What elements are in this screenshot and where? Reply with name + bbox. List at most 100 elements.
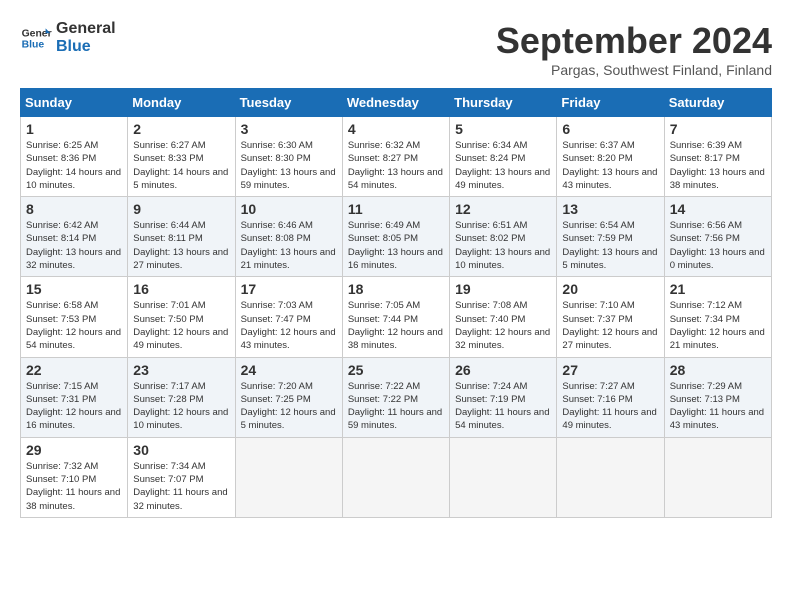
logo-icon: General Blue xyxy=(20,22,52,54)
calendar-week-row: 8 Sunrise: 6:42 AMSunset: 8:14 PMDaylight… xyxy=(21,197,772,277)
calendar-day-cell xyxy=(557,437,664,517)
day-number: 25 xyxy=(348,362,444,378)
month-title: September 2024 xyxy=(496,20,772,62)
calendar-day-cell: 18 Sunrise: 7:05 AMSunset: 7:44 PMDayligh… xyxy=(342,277,449,357)
logo: General Blue General Blue xyxy=(20,20,116,55)
calendar-day-cell: 3 Sunrise: 6:30 AMSunset: 8:30 PMDaylight… xyxy=(235,117,342,197)
weekday-header-monday: Monday xyxy=(128,89,235,117)
calendar-day-cell: 15 Sunrise: 6:58 AMSunset: 7:53 PMDayligh… xyxy=(21,277,128,357)
calendar: SundayMondayTuesdayWednesdayThursdayFrid… xyxy=(20,88,772,518)
day-info: Sunrise: 6:49 AMSunset: 8:05 PMDaylight:… xyxy=(348,219,444,272)
day-info: Sunrise: 6:42 AMSunset: 8:14 PMDaylight:… xyxy=(26,219,122,272)
calendar-week-row: 1 Sunrise: 6:25 AMSunset: 8:36 PMDaylight… xyxy=(21,117,772,197)
calendar-day-cell: 30Sunrise: 7:34 AMSunset: 7:07 PMDayligh… xyxy=(128,437,235,517)
day-info: Sunrise: 7:17 AMSunset: 7:28 PMDaylight:… xyxy=(133,380,229,433)
day-number: 23 xyxy=(133,362,229,378)
day-info: Sunrise: 6:30 AMSunset: 8:30 PMDaylight:… xyxy=(241,139,337,192)
day-info: Sunrise: 6:54 AMSunset: 7:59 PMDaylight:… xyxy=(562,219,658,272)
day-number: 18 xyxy=(348,281,444,297)
day-info: Sunrise: 6:37 AMSunset: 8:20 PMDaylight:… xyxy=(562,139,658,192)
calendar-day-cell: 7 Sunrise: 6:39 AMSunset: 8:17 PMDaylight… xyxy=(664,117,771,197)
calendar-day-cell: 12Sunrise: 6:51 AMSunset: 8:02 PMDayligh… xyxy=(450,197,557,277)
calendar-day-cell: 16Sunrise: 7:01 AMSunset: 7:50 PMDayligh… xyxy=(128,277,235,357)
calendar-day-cell: 29 Sunrise: 7:32 AMSunset: 7:10 PMDayligh… xyxy=(21,437,128,517)
day-number: 11 xyxy=(348,201,444,217)
calendar-day-cell: 5 Sunrise: 6:34 AMSunset: 8:24 PMDaylight… xyxy=(450,117,557,197)
day-info: Sunrise: 6:44 AMSunset: 8:11 PMDaylight:… xyxy=(133,219,229,272)
day-number: 15 xyxy=(26,281,122,297)
calendar-day-cell: 25 Sunrise: 7:22 AMSunset: 7:22 PMDayligh… xyxy=(342,357,449,437)
day-number: 22 xyxy=(26,362,122,378)
day-info: Sunrise: 7:22 AMSunset: 7:22 PMDaylight:… xyxy=(348,380,444,433)
calendar-week-row: 15 Sunrise: 6:58 AMSunset: 7:53 PMDayligh… xyxy=(21,277,772,357)
calendar-day-cell xyxy=(664,437,771,517)
day-number: 16 xyxy=(133,281,229,297)
calendar-week-row: 29 Sunrise: 7:32 AMSunset: 7:10 PMDayligh… xyxy=(21,437,772,517)
calendar-day-cell: 20 Sunrise: 7:10 AMSunset: 7:37 PMDayligh… xyxy=(557,277,664,357)
day-info: Sunrise: 6:25 AMSunset: 8:36 PMDaylight:… xyxy=(26,139,122,192)
day-info: Sunrise: 6:39 AMSunset: 8:17 PMDaylight:… xyxy=(670,139,766,192)
calendar-day-cell xyxy=(342,437,449,517)
weekday-header-thursday: Thursday xyxy=(450,89,557,117)
day-info: Sunrise: 7:15 AMSunset: 7:31 PMDaylight:… xyxy=(26,380,122,433)
calendar-day-cell xyxy=(235,437,342,517)
day-number: 3 xyxy=(241,121,337,137)
day-info: Sunrise: 6:56 AMSunset: 7:56 PMDaylight:… xyxy=(670,219,766,272)
day-number: 13 xyxy=(562,201,658,217)
calendar-day-cell xyxy=(450,437,557,517)
day-number: 21 xyxy=(670,281,766,297)
calendar-day-cell: 11 Sunrise: 6:49 AMSunset: 8:05 PMDayligh… xyxy=(342,197,449,277)
svg-text:General: General xyxy=(22,28,52,39)
calendar-day-cell: 27 Sunrise: 7:27 AMSunset: 7:16 PMDayligh… xyxy=(557,357,664,437)
weekday-header-row: SundayMondayTuesdayWednesdayThursdayFrid… xyxy=(21,89,772,117)
weekday-header-tuesday: Tuesday xyxy=(235,89,342,117)
day-info: Sunrise: 7:08 AMSunset: 7:40 PMDaylight:… xyxy=(455,299,551,352)
day-number: 26 xyxy=(455,362,551,378)
calendar-day-cell: 28Sunrise: 7:29 AMSunset: 7:13 PMDayligh… xyxy=(664,357,771,437)
calendar-day-cell: 26 Sunrise: 7:24 AMSunset: 7:19 PMDayligh… xyxy=(450,357,557,437)
day-info: Sunrise: 7:24 AMSunset: 7:19 PMDaylight:… xyxy=(455,380,551,433)
calendar-day-cell: 13 Sunrise: 6:54 AMSunset: 7:59 PMDayligh… xyxy=(557,197,664,277)
day-number: 14 xyxy=(670,201,766,217)
logo-text-blue: Blue xyxy=(56,38,116,56)
calendar-day-cell: 2Sunrise: 6:27 AMSunset: 8:33 PMDaylight… xyxy=(128,117,235,197)
day-number: 20 xyxy=(562,281,658,297)
day-number: 27 xyxy=(562,362,658,378)
day-number: 2 xyxy=(133,121,229,137)
logo-text-general: General xyxy=(56,20,116,38)
day-info: Sunrise: 7:12 AMSunset: 7:34 PMDaylight:… xyxy=(670,299,766,352)
calendar-week-row: 22 Sunrise: 7:15 AMSunset: 7:31 PMDayligh… xyxy=(21,357,772,437)
day-info: Sunrise: 7:34 AMSunset: 7:07 PMDaylight:… xyxy=(133,460,229,513)
day-info: Sunrise: 6:32 AMSunset: 8:27 PMDaylight:… xyxy=(348,139,444,192)
weekday-header-sunday: Sunday xyxy=(21,89,128,117)
day-info: Sunrise: 7:05 AMSunset: 7:44 PMDaylight:… xyxy=(348,299,444,352)
calendar-day-cell: 10Sunrise: 6:46 AMSunset: 8:08 PMDayligh… xyxy=(235,197,342,277)
day-number: 9 xyxy=(133,201,229,217)
title-area: September 2024 Pargas, Southwest Finland… xyxy=(496,20,772,78)
weekday-header-saturday: Saturday xyxy=(664,89,771,117)
calendar-day-cell: 23 Sunrise: 7:17 AMSunset: 7:28 PMDayligh… xyxy=(128,357,235,437)
day-number: 28 xyxy=(670,362,766,378)
calendar-day-cell: 19 Sunrise: 7:08 AMSunset: 7:40 PMDayligh… xyxy=(450,277,557,357)
day-info: Sunrise: 7:20 AMSunset: 7:25 PMDaylight:… xyxy=(241,380,337,433)
day-number: 5 xyxy=(455,121,551,137)
day-number: 1 xyxy=(26,121,122,137)
day-number: 6 xyxy=(562,121,658,137)
day-info: Sunrise: 7:27 AMSunset: 7:16 PMDaylight:… xyxy=(562,380,658,433)
weekday-header-wednesday: Wednesday xyxy=(342,89,449,117)
calendar-day-cell: 8 Sunrise: 6:42 AMSunset: 8:14 PMDaylight… xyxy=(21,197,128,277)
day-info: Sunrise: 6:34 AMSunset: 8:24 PMDaylight:… xyxy=(455,139,551,192)
day-number: 29 xyxy=(26,442,122,458)
day-info: Sunrise: 7:10 AMSunset: 7:37 PMDaylight:… xyxy=(562,299,658,352)
day-number: 19 xyxy=(455,281,551,297)
day-number: 24 xyxy=(241,362,337,378)
calendar-day-cell: 1 Sunrise: 6:25 AMSunset: 8:36 PMDaylight… xyxy=(21,117,128,197)
day-info: Sunrise: 7:32 AMSunset: 7:10 PMDaylight:… xyxy=(26,460,122,513)
day-number: 7 xyxy=(670,121,766,137)
day-info: Sunrise: 6:51 AMSunset: 8:02 PMDaylight:… xyxy=(455,219,551,272)
svg-text:Blue: Blue xyxy=(22,39,45,50)
day-info: Sunrise: 6:58 AMSunset: 7:53 PMDaylight:… xyxy=(26,299,122,352)
calendar-day-cell: 21 Sunrise: 7:12 AMSunset: 7:34 PMDayligh… xyxy=(664,277,771,357)
day-number: 8 xyxy=(26,201,122,217)
weekday-header-friday: Friday xyxy=(557,89,664,117)
